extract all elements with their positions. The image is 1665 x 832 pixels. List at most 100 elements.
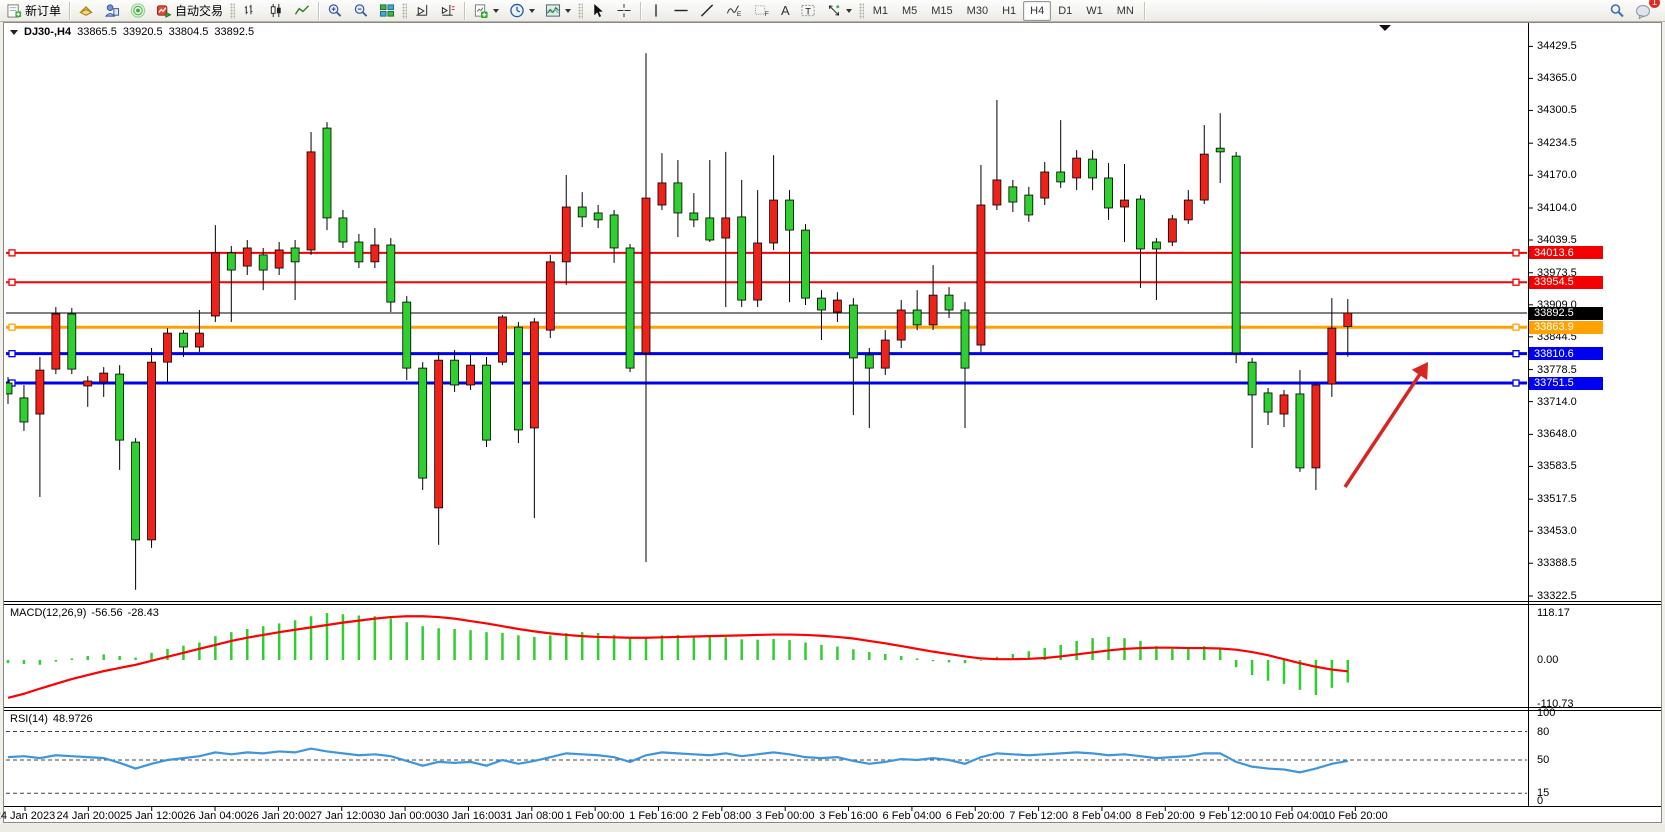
timeframe-button-group: M1M5M15M30H1H4D1W1MN: [866, 1, 1141, 21]
new-chart-button[interactable]: [468, 0, 504, 22]
horizontal-line-tool-button[interactable]: [668, 0, 694, 22]
time-axis-label: 10 Feb 04:00: [1260, 810, 1325, 822]
timeframe-button-mn[interactable]: MN: [1110, 1, 1141, 21]
text-tool-label: A: [781, 3, 790, 18]
candle-chart-icon: [268, 3, 284, 18]
time-axis-label: 8 Feb 04:00: [1073, 810, 1132, 822]
templates-caret-icon: [565, 9, 571, 13]
macd-panel-area[interactable]: [5, 605, 1528, 706]
panel-separator[interactable]: [4, 707, 1661, 708]
toolbar-grip: [859, 3, 864, 19]
arrows-tool-button[interactable]: [821, 0, 857, 22]
timeframe-button-m30[interactable]: M30: [960, 1, 995, 21]
chart-shift-icon: [440, 3, 456, 18]
rsi-label: RSI(14): [10, 713, 48, 725]
crosshair-icon: [616, 3, 632, 18]
market-watch-icon: [104, 3, 120, 18]
auto-scroll-button[interactable]: [409, 0, 435, 22]
line-chart-mode-button[interactable]: [289, 0, 315, 22]
timeframe-button-w1[interactable]: W1: [1079, 1, 1110, 21]
time-axis-label: 27 Jan 12:00: [310, 810, 374, 822]
text-label-tool-button[interactable]: T: [795, 0, 821, 22]
timeframe-button-m15[interactable]: M15: [924, 1, 959, 21]
timeframe-button-d1[interactable]: D1: [1051, 1, 1079, 21]
svg-text:F: F: [765, 11, 769, 18]
price-line-tag[interactable]: 33954.5: [1529, 276, 1603, 289]
price-axis-tick: 34365.0: [1537, 72, 1577, 84]
rsi-axis-label: 100: [1537, 707, 1555, 719]
toolbar-separator: [318, 2, 319, 20]
grid-tool-button[interactable]: F: [748, 0, 776, 22]
price-axis-tick: 33517.5: [1537, 493, 1577, 505]
timeframes-menu-button[interactable]: [504, 0, 540, 22]
arrows-shapes-icon: [826, 3, 842, 18]
arrows-caret-icon: [846, 9, 852, 13]
new-order-button[interactable]: 新订单: [2, 0, 66, 22]
price-line-tag[interactable]: 33863.9: [1529, 321, 1603, 334]
chart-header: DJ30-,H4 33865.5 33920.5 33804.5 33892.5: [10, 26, 254, 38]
panel-separator[interactable]: [4, 604, 1661, 605]
signals-button[interactable]: [125, 0, 151, 22]
bid-price-tag[interactable]: 33892.5: [1529, 307, 1603, 320]
auto-trading-icon: [156, 3, 172, 18]
bar-chart-mode-button[interactable]: [237, 0, 263, 22]
svg-text:T: T: [805, 6, 811, 16]
macd-main-value: -56.56: [91, 607, 122, 619]
panel-separator[interactable]: [4, 710, 1661, 711]
chart-shift-button[interactable]: [435, 0, 461, 22]
zoom-out-icon: [353, 3, 369, 18]
price-line-tag[interactable]: 34013.6: [1529, 246, 1603, 259]
bar-chart-icon: [242, 3, 258, 18]
time-axis-label: 31 Jan 08:00: [500, 810, 564, 822]
price-line-tag[interactable]: 33810.6: [1529, 347, 1603, 360]
auto-trading-button[interactable]: 自动交易: [151, 0, 228, 22]
zoom-in-icon: [327, 3, 343, 18]
price-axis-tick: 34429.5: [1537, 40, 1577, 52]
text-tool-button[interactable]: A: [776, 0, 795, 22]
toolbar-separator: [1144, 2, 1145, 20]
market-watch-button[interactable]: [99, 0, 125, 22]
panel-separator[interactable]: [4, 601, 1661, 602]
time-axis-label: 1 Feb 00:00: [566, 810, 625, 822]
time-axis-label: 6 Feb 20:00: [946, 810, 1005, 822]
notifications-button[interactable]: 1: [1630, 0, 1657, 22]
macd-panel-title: MACD(12,26,9) -56.56 -28.43: [10, 607, 159, 619]
profiles-button[interactable]: [73, 0, 99, 22]
time-axis-label: 7 Feb 12:00: [1009, 810, 1068, 822]
timeframe-button-m1[interactable]: M1: [866, 1, 895, 21]
price-line-tag[interactable]: 33751.5: [1529, 377, 1603, 390]
time-axis-label: 1 Feb 16:00: [629, 810, 688, 822]
timeframe-button-h4[interactable]: H4: [1023, 1, 1051, 21]
auto-trading-label: 自动交易: [175, 2, 223, 19]
rsi-panel-area[interactable]: [5, 711, 1528, 806]
tile-windows-button[interactable]: [374, 0, 400, 22]
timeframe-button-m5[interactable]: M5: [895, 1, 924, 21]
auto-scroll-icon: [414, 3, 430, 18]
vertical-line-tool-button[interactable]: [644, 0, 668, 22]
chart-open-value: 33865.5: [77, 26, 117, 38]
rsi-panel-title: RSI(14) 48.9726: [10, 713, 93, 725]
price-axis-tick: 34300.5: [1537, 104, 1577, 116]
time-axis-label: 3 Feb 16:00: [819, 810, 878, 822]
candle-chart-mode-button[interactable]: [263, 0, 289, 22]
timeframe-button-h1[interactable]: H1: [995, 1, 1023, 21]
vertical-line-icon: [649, 3, 663, 18]
main-chart-area[interactable]: [5, 24, 1528, 601]
macd-axis-label: 0.00: [1537, 654, 1558, 666]
collapse-chart-icon[interactable]: [10, 30, 18, 35]
toolbar-separator: [640, 2, 641, 20]
horizontal-line-icon: [673, 3, 689, 18]
cursor-tool-button[interactable]: [585, 0, 611, 22]
fibonacci-tool-button[interactable]: E: [720, 0, 748, 22]
templates-button[interactable]: [540, 0, 576, 22]
time-axis-label: 24 Jan 2023: [0, 810, 55, 822]
new-chart-icon: [473, 3, 489, 18]
zoom-in-button[interactable]: [322, 0, 348, 22]
trendline-tool-button[interactable]: [694, 0, 720, 22]
crosshair-tool-button[interactable]: [611, 0, 637, 22]
toolbar-grip: [578, 3, 583, 19]
zoom-out-button[interactable]: [348, 0, 374, 22]
chart-symbol-label: DJ30-,H4: [24, 26, 71, 38]
new-order-label: 新订单: [25, 2, 61, 19]
search-button[interactable]: [1604, 0, 1630, 22]
